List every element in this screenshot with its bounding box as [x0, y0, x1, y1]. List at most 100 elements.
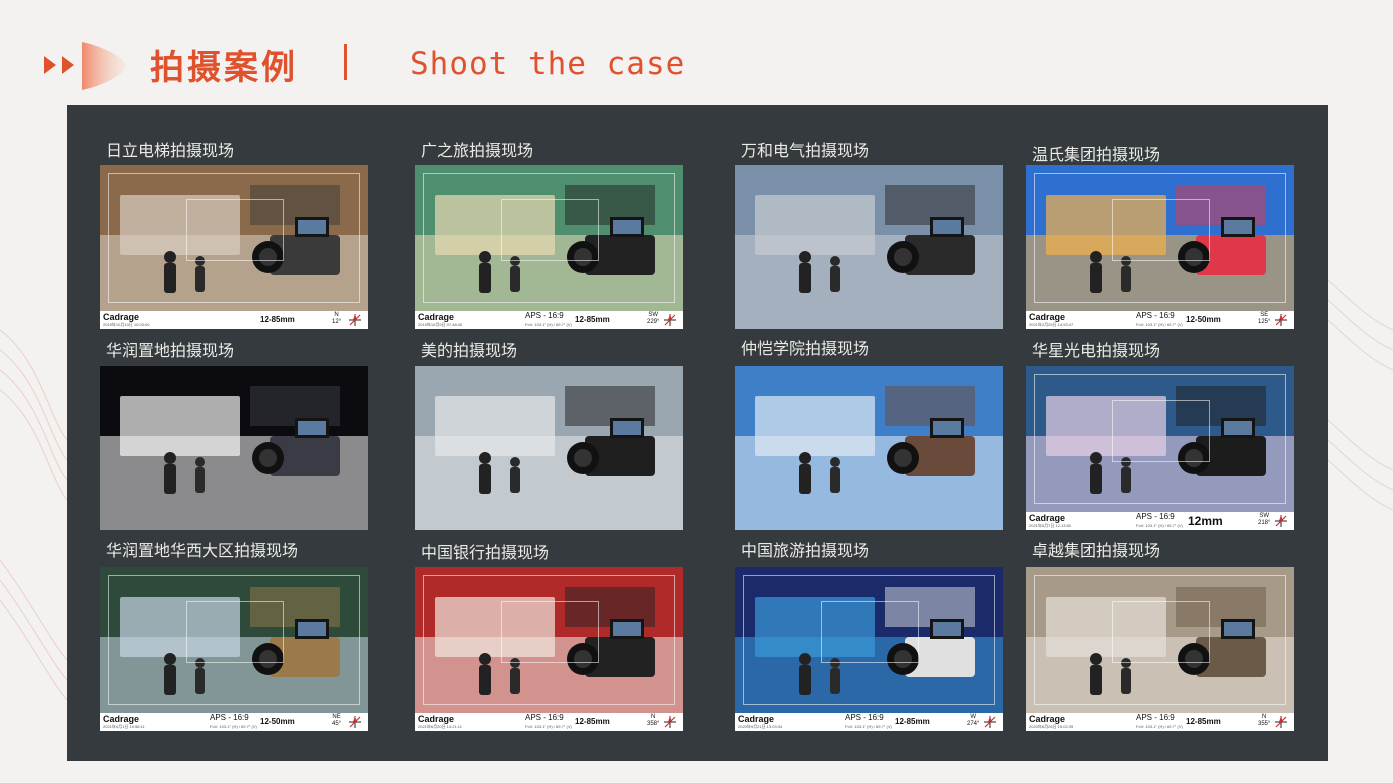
- cadrage-app-name: Cadrage: [103, 714, 140, 724]
- heading-direction: N: [651, 714, 656, 720]
- cadrage-heading: SW 229°: [647, 312, 659, 326]
- case-photo[interactable]: [735, 366, 1003, 530]
- cadrage-fov: FoV: 103.1° (H) / 69.7° (V): [1136, 724, 1183, 729]
- compass-icon: [984, 716, 996, 728]
- cadrage-lens: 12mm: [1188, 514, 1223, 528]
- cadrage-app-name: Cadrage: [1029, 513, 1066, 523]
- case-title: 仲恺学院拍摄现场: [741, 339, 870, 358]
- cadrage-heading: NE 45°: [332, 714, 341, 728]
- cadrage-info-bar: Cadrage 2020年8月26日 15:02:39 APS - 16:9 FoV:…: [1026, 713, 1294, 731]
- cadrage-timestamp: 2020年9月21日 13:03:34: [738, 724, 783, 729]
- compass-icon: [349, 314, 361, 326]
- case-photo[interactable]: Cadrage 2019年10月9日 07:48:40 APS - 16:9 FoV:…: [415, 165, 683, 329]
- heading-degrees: 355°: [1258, 721, 1271, 727]
- case-photo[interactable]: [735, 165, 1003, 329]
- heading-direction: SW: [648, 312, 659, 318]
- cadrage-app-name: Cadrage: [1029, 312, 1066, 322]
- compass-icon: [1275, 515, 1287, 527]
- cadrage-timestamp: 2021年6月20日 14:21:11: [418, 724, 462, 729]
- case-title: 卓越集团拍摄现场: [1032, 541, 1161, 560]
- viewfinder-inner-frame: [1112, 199, 1210, 261]
- cadrage-lens: 12-85mm: [575, 717, 610, 726]
- cadrage-heading: SW 218°: [1258, 513, 1270, 527]
- viewfinder-inner-frame: [501, 199, 599, 261]
- case-photo[interactable]: Cadrage 2020年9月21日 13:03:34 APS - 16:9 FoV:…: [735, 567, 1003, 731]
- heading-degrees: 45°: [332, 721, 342, 727]
- cadrage-heading: SE 125°: [1258, 312, 1270, 326]
- play-arrows-icon: [44, 42, 126, 90]
- case-title: 温氏集团拍摄现场: [1032, 145, 1161, 164]
- heading-direction: W: [970, 714, 977, 720]
- cadrage-lens: 12-50mm: [1186, 315, 1221, 324]
- cadrage-aspect: APS - 16:9: [525, 311, 564, 320]
- cadrage-heading: N 355°: [1258, 714, 1270, 728]
- cadrage-heading: N 358°: [647, 714, 659, 728]
- heading-direction: NE: [332, 714, 341, 720]
- cadrage-lens: 12-85mm: [1186, 717, 1221, 726]
- cadrage-fov: FoV: 103.1° (H) / 69.7° (V): [1136, 322, 1183, 327]
- cadrage-heading: N 12°: [332, 312, 341, 326]
- cadrage-aspect: APS - 16:9: [1136, 311, 1175, 320]
- cadrage-timestamp: 2019年10月10日 10:03:00: [103, 322, 150, 327]
- scene-illustration: [100, 366, 368, 530]
- case-photo[interactable]: Cadrage 2021年5月7日 12:13:50 APS - 16:9 FoV: …: [1026, 366, 1294, 530]
- page-title-english: Shoot the case: [410, 46, 686, 82]
- compass-icon: [1275, 314, 1287, 326]
- case-photo[interactable]: Cadrage 2021年2月25日 14:53:47 APS - 16:9 FoV:…: [1026, 165, 1294, 329]
- viewfinder-inner-frame: [1112, 400, 1210, 462]
- compass-icon: [664, 716, 676, 728]
- heading-direction: N: [1262, 714, 1267, 720]
- compass-icon: [1275, 716, 1287, 728]
- heading-degrees: 358°: [647, 721, 660, 727]
- heading-direction: SE: [1260, 312, 1269, 318]
- cadrage-app-name: Cadrage: [738, 714, 775, 724]
- cadrage-fov: FoV: 103.1° (H) / 69.7° (V): [525, 724, 572, 729]
- cadrage-info-bar: Cadrage 2020年9月21日 13:03:34 APS - 16:9 FoV:…: [735, 713, 1003, 731]
- cadrage-aspect: APS - 16:9: [1136, 713, 1175, 722]
- viewfinder-inner-frame: [186, 601, 284, 663]
- cadrage-timestamp: 2021年2月25日 14:53:47: [1029, 322, 1074, 327]
- scene-illustration: [735, 165, 1003, 329]
- heading-degrees: 12°: [332, 319, 342, 325]
- cadrage-fov: FoV: 103.1° (H) / 69.7° (V): [1136, 523, 1183, 528]
- viewfinder-inner-frame: [186, 199, 284, 261]
- cadrage-info-bar: Cadrage 2021年4月1日 19:58:11 APS - 16:9 FoV: …: [100, 713, 368, 731]
- cadrage-info-bar: Cadrage 2019年10月9日 07:48:40 APS - 16:9 FoV:…: [415, 311, 683, 329]
- cadrage-lens: 12-85mm: [895, 717, 930, 726]
- case-title: 中国旅游拍摄现场: [741, 541, 870, 560]
- case-photo[interactable]: [100, 366, 368, 530]
- cadrage-lens: 12-50mm: [260, 717, 295, 726]
- cadrage-lens: 12-85mm: [260, 315, 295, 324]
- cadrage-fov: FoV: 103.1° (H) / 69.7° (V): [525, 322, 572, 327]
- cadrage-aspect: APS - 16:9: [845, 713, 884, 722]
- cadrage-timestamp: 2019年10月9日 07:48:40: [418, 322, 463, 327]
- viewfinder-inner-frame: [1112, 601, 1210, 663]
- heading-degrees: 229°: [647, 319, 660, 325]
- case-photo[interactable]: Cadrage 2021年4月1日 19:58:11 APS - 16:9 FoV: …: [100, 567, 368, 731]
- case-title: 万和电气拍摄现场: [741, 141, 870, 160]
- case-title: 广之旅拍摄现场: [421, 141, 534, 160]
- cadrage-info-bar: Cadrage 2019年10月10日 10:03:00 12-85mm N 12°: [100, 311, 368, 329]
- scene-illustration: [735, 366, 1003, 530]
- cadrage-app-name: Cadrage: [418, 312, 455, 322]
- title-separator: [344, 44, 347, 80]
- cadrage-info-bar: Cadrage 2021年5月7日 12:13:50 APS - 16:9 FoV: …: [1026, 512, 1294, 530]
- case-photo[interactable]: Cadrage 2020年8月26日 15:02:39 APS - 16:9 FoV:…: [1026, 567, 1294, 731]
- cadrage-heading: W 274°: [967, 714, 979, 728]
- case-photo[interactable]: [415, 366, 683, 530]
- case-title: 日立电梯拍摄现场: [106, 141, 235, 160]
- cadrage-aspect: APS - 16:9: [525, 713, 564, 722]
- heading-degrees: 125°: [1258, 319, 1271, 325]
- cadrage-aspect: APS - 16:9: [1136, 512, 1175, 521]
- heading-degrees: 274°: [967, 721, 980, 727]
- cadrage-info-bar: Cadrage 2021年2月25日 14:53:47 APS - 16:9 FoV:…: [1026, 311, 1294, 329]
- case-photo[interactable]: Cadrage 2019年10月10日 10:03:00 12-85mm N 12°: [100, 165, 368, 329]
- page-header: 拍摄案例 Shoot the case: [0, 0, 1393, 105]
- case-gallery-panel: 日立电梯拍摄现场 Cadrage 2019年10月10日 10:03:00 12-85…: [67, 105, 1328, 761]
- cadrage-app-name: Cadrage: [103, 312, 140, 322]
- cadrage-aspect: APS - 16:9: [210, 713, 249, 722]
- compass-icon: [349, 716, 361, 728]
- case-photo[interactable]: Cadrage 2021年6月20日 14:21:11 APS - 16:9 FoV:…: [415, 567, 683, 731]
- cadrage-app-name: Cadrage: [1029, 714, 1066, 724]
- cadrage-info-bar: Cadrage 2021年6月20日 14:21:11 APS - 16:9 FoV:…: [415, 713, 683, 731]
